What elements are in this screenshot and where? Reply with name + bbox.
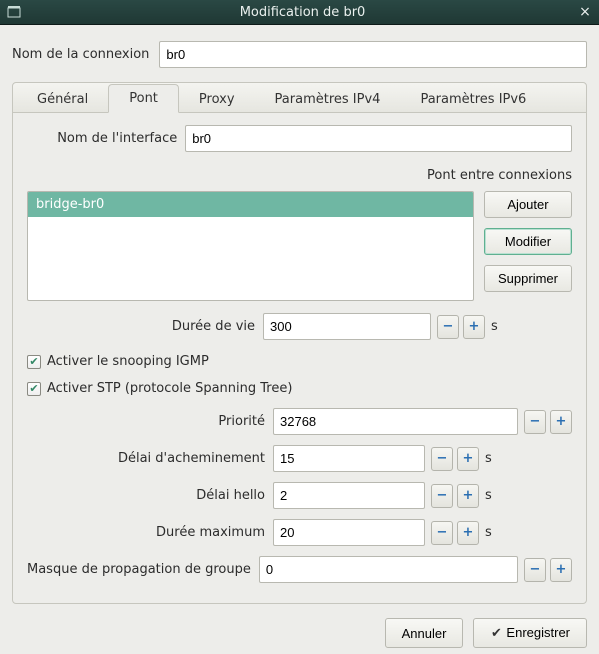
close-icon[interactable]: ×: [577, 4, 593, 20]
tab-pont[interactable]: Pont: [108, 84, 179, 113]
igmp-snooping-checkbox-row[interactable]: ✔ Activer le snooping IGMP: [27, 354, 572, 369]
edit-button[interactable]: Modifier: [484, 228, 572, 255]
max-age-input[interactable]: [273, 519, 425, 546]
hello-increment-button[interactable]: +: [457, 484, 479, 508]
priority-label: Priorité: [27, 414, 265, 429]
tab-general[interactable]: Général: [17, 86, 108, 113]
aging-time-label: Durée de vie: [27, 319, 255, 334]
aging-time-input[interactable]: [263, 313, 431, 340]
cancel-button[interactable]: Annuler: [385, 618, 464, 648]
group-mask-input[interactable]: [259, 556, 518, 583]
forward-delay-decrement-button[interactable]: −: [431, 447, 453, 471]
seconds-unit: s: [485, 488, 497, 503]
list-item[interactable]: bridge-br0: [28, 192, 473, 217]
tab-content-pont: Nom de l'interface Pont entre connexions…: [13, 113, 586, 603]
tab-ipv6[interactable]: Paramètres IPv6: [400, 86, 546, 113]
window-title: Modification de br0: [28, 5, 577, 20]
save-button[interactable]: ✔ Enregistrer: [473, 618, 587, 648]
group-mask-decrement-button[interactable]: −: [524, 558, 546, 582]
checkbox-checked-icon: ✔: [27, 382, 41, 396]
forward-delay-increment-button[interactable]: +: [457, 447, 479, 471]
group-mask-increment-button[interactable]: +: [550, 558, 572, 582]
igmp-snooping-label: Activer le snooping IGMP: [47, 354, 209, 369]
max-age-decrement-button[interactable]: −: [431, 521, 453, 545]
connection-name-label: Nom de la connexion: [12, 47, 149, 62]
hello-decrement-button[interactable]: −: [431, 484, 453, 508]
priority-input[interactable]: [273, 408, 518, 435]
check-icon: ✔: [490, 625, 502, 641]
bridged-connections-label: Pont entre connexions: [27, 168, 572, 183]
seconds-unit: s: [491, 319, 503, 334]
add-button[interactable]: Ajouter: [484, 191, 572, 218]
interface-name-label: Nom de l'interface: [27, 131, 177, 146]
checkbox-checked-icon: ✔: [27, 355, 41, 369]
stp-checkbox-row[interactable]: ✔ Activer STP (protocole Spanning Tree): [27, 381, 572, 396]
tab-proxy[interactable]: Proxy: [179, 86, 255, 113]
tab-strip: Général Pont Proxy Paramètres IPv4 Param…: [13, 83, 586, 113]
hello-time-input[interactable]: [273, 482, 425, 509]
bridged-connections-list[interactable]: bridge-br0: [27, 191, 474, 301]
save-button-label: Enregistrer: [506, 625, 570, 640]
hello-time-label: Délai hello: [27, 488, 265, 503]
interface-name-input[interactable]: [185, 125, 572, 152]
tab-frame: Général Pont Proxy Paramètres IPv4 Param…: [12, 82, 587, 604]
delete-button[interactable]: Supprimer: [484, 265, 572, 292]
tab-ipv4[interactable]: Paramètres IPv4: [255, 86, 401, 113]
aging-increment-button[interactable]: +: [463, 315, 485, 339]
connection-name-input[interactable]: [159, 41, 587, 68]
priority-decrement-button[interactable]: −: [524, 410, 546, 434]
max-age-increment-button[interactable]: +: [457, 521, 479, 545]
window-icon: [6, 4, 22, 20]
seconds-unit: s: [485, 525, 497, 540]
priority-increment-button[interactable]: +: [550, 410, 572, 434]
titlebar: Modification de br0 ×: [0, 0, 599, 25]
group-mask-label: Masque de propagation de groupe: [27, 562, 251, 577]
aging-decrement-button[interactable]: −: [437, 315, 459, 339]
max-age-label: Durée maximum: [27, 525, 265, 540]
forward-delay-label: Délai d'acheminement: [27, 451, 265, 466]
seconds-unit: s: [485, 451, 497, 466]
stp-label: Activer STP (protocole Spanning Tree): [47, 381, 292, 396]
forward-delay-input[interactable]: [273, 445, 425, 472]
